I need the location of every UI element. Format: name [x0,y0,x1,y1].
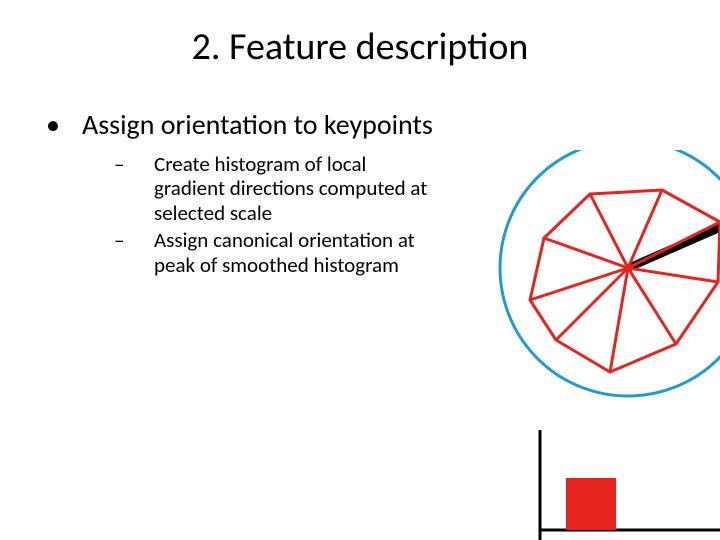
subbullet-text: Assign canonical orientation at peak of … [154,228,436,278]
subbullet-text: Create histogram of local gradient direc… [154,152,436,226]
bullet-level1: • Assign orientation to keypoints [40,108,680,142]
subbullet-dash: – [110,228,154,253]
subbullet-dash: – [110,152,154,177]
histogram-figure [520,430,720,540]
bullet-dot: • [40,108,82,142]
slide: 2. Feature description • Assign orientat… [0,0,720,540]
subbullet: – Create histogram of local gradient dir… [110,152,436,226]
bullet-text: Assign orientation to keypoints [82,108,680,142]
sublist: – Create histogram of local gradient dir… [110,152,436,278]
slide-title: 2. Feature description [0,24,720,70]
subbullet: – Assign canonical orientation at peak o… [110,228,436,278]
orientation-rose-figure [460,150,720,410]
